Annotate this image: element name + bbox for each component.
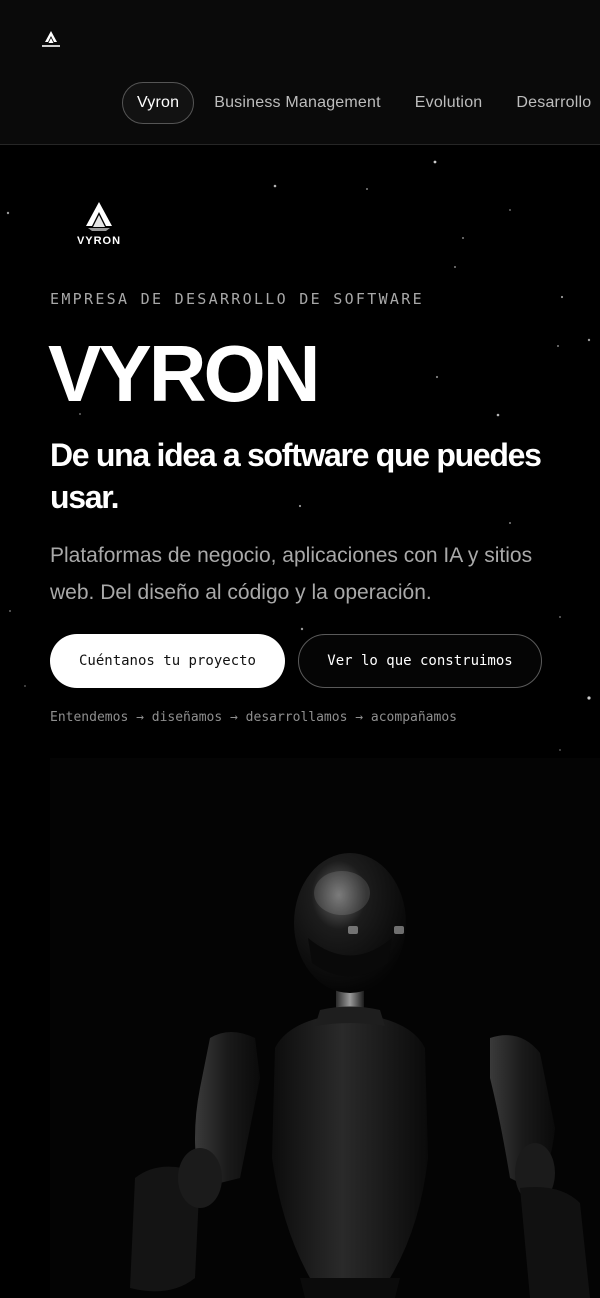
vyron-logo-icon[interactable] — [39, 30, 63, 50]
eyebrow-text: EMPRESA DE DESARROLLO DE SOFTWARE — [50, 290, 424, 308]
brand-logo-text: VYRON — [77, 235, 121, 247]
humanoid-robot-illustration — [130, 853, 590, 1298]
nav-tab-vyron[interactable]: Vyron — [122, 82, 195, 124]
site-header: Vyron Business Management Evolution Desa… — [0, 0, 600, 145]
hero-image-panel — [50, 758, 600, 1298]
hero-subtitle: De una idea a software que puedes usar. — [50, 437, 542, 515]
process-steps: Entendemos → diseñamos → desarrollamos →… — [50, 710, 457, 725]
hero-description: Plataformas de negocio, aplicaciones con… — [50, 544, 533, 604]
contact-project-button[interactable]: Cuéntanos tu proyecto — [50, 634, 285, 688]
view-work-button[interactable]: Ver lo que construimos — [298, 634, 542, 688]
nav-tab-evolution[interactable]: Evolution — [401, 82, 497, 124]
nav-tab-business-management[interactable]: Business Management — [200, 82, 395, 124]
vyron-brand-logo: VYRON — [77, 202, 121, 247]
page-title: VYRON — [48, 329, 320, 418]
nav-tab-desarrollo[interactable]: Desarrollo — [502, 82, 600, 124]
main-navigation: Vyron Business Management Evolution Desa… — [122, 82, 600, 124]
